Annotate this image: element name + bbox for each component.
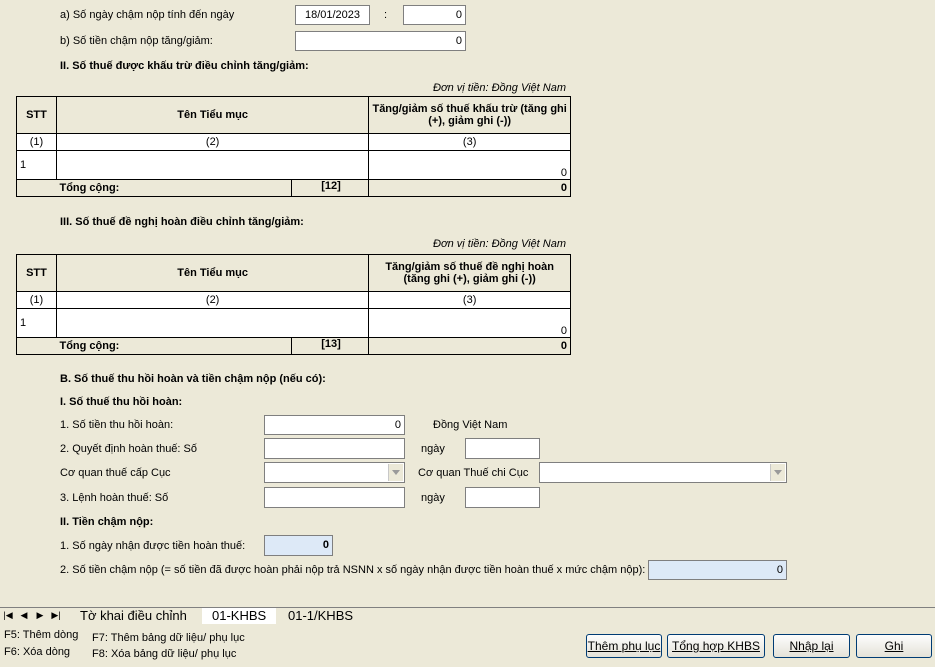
row-name-cell[interactable]: [55, 308, 370, 338]
dept-select[interactable]: [264, 462, 405, 483]
total-value: 0: [368, 179, 571, 197]
branch-label: Cơ quan Thuế chi Cục: [418, 467, 529, 479]
section-3-unit: Đơn vị tiền: Đồng Việt Nam: [433, 238, 567, 250]
refund-order-number-input[interactable]: [264, 487, 405, 508]
total-blank: [16, 337, 57, 355]
section-b-sub2: II. Tiền chậm nộp:: [60, 516, 154, 528]
col-amount: Tăng/giảm số thuế đề nghị hoàn (tăng ghi…: [368, 254, 571, 292]
row-amount-cell[interactable]: 0: [368, 150, 571, 180]
recover-unit-label: Đồng Việt Nam: [433, 419, 508, 431]
refund-order-date-label: ngày: [421, 492, 445, 504]
col-num-2: (2): [55, 291, 370, 309]
refund-decision-date-input[interactable]: [465, 438, 540, 459]
section-2-unit: Đơn vị tiền: Đồng Việt Nam: [433, 82, 567, 94]
refund-order-date-input[interactable]: [465, 487, 540, 508]
chevron-down-icon[interactable]: [388, 464, 403, 481]
total-code: [12]: [291, 180, 369, 196]
refund-decision-number-input[interactable]: [264, 438, 405, 459]
col-name: Tên Tiểu mục: [55, 96, 370, 134]
f7-hint: F7: Thêm bảng dữ liệu/ phụ lục: [92, 632, 245, 644]
tab-01-1-khbs[interactable]: 01-1/KHBS: [278, 608, 363, 623]
late-amount-input[interactable]: 0: [295, 31, 466, 51]
late-days-label: a) Số ngày chậm nộp tính đến ngày: [60, 9, 235, 21]
days-received-label: 1. Số ngày nhận được tiền hoàn thuế:: [60, 540, 246, 552]
col-stt: STT: [16, 254, 57, 292]
col-num-1: (1): [16, 133, 57, 151]
last-sheet-icon[interactable]: ▶|: [50, 609, 62, 622]
colon-label: :: [384, 9, 388, 21]
summary-khbs-button[interactable]: Tổng hợp KHBS: [667, 634, 765, 658]
refund-order-label: 3. Lệnh hoàn thuế: Số: [60, 492, 169, 504]
row-name-cell[interactable]: [55, 150, 370, 180]
col-num-1: (1): [16, 291, 57, 309]
section-b-title: B. Số thuế thu hồi hoàn và tiền chậm nộp…: [60, 373, 326, 385]
row-stt: 1: [16, 150, 57, 180]
days-received-input[interactable]: 0: [264, 535, 333, 556]
f6-hint: F6: Xóa dòng: [4, 646, 71, 658]
recover-amount-input[interactable]: 0: [264, 415, 405, 435]
prev-sheet-icon[interactable]: ◀: [18, 609, 30, 622]
col-num-3: (3): [368, 291, 571, 309]
total-label: Tổng cộng: [12]: [56, 179, 370, 197]
col-num-3: (3): [368, 133, 571, 151]
refund-table: STT Tên Tiểu mục Tăng/giảm số thuế đề ng…: [16, 254, 571, 355]
col-num-2: (2): [55, 133, 370, 151]
tab-to-khai-dieu-chinh[interactable]: Tờ khai điều chỉnh: [70, 608, 197, 623]
late-amount-label: b) Số tiền chậm nộp tăng/giảm:: [60, 35, 213, 47]
chevron-down-icon[interactable]: [770, 464, 785, 481]
f8-hint: F8: Xóa bảng dữ liệu/ phụ lục: [92, 648, 237, 660]
total-label-text: Tổng cộng:: [59, 182, 120, 194]
row-amount-cell[interactable]: 0: [368, 308, 571, 338]
first-sheet-icon[interactable]: |◀: [2, 609, 14, 622]
section-3-title: III. Số thuế đề nghị hoàn điều chỉnh tăn…: [60, 216, 304, 228]
dept-label: Cơ quan thuế cấp Cục: [60, 467, 171, 479]
branch-select[interactable]: [539, 462, 787, 483]
save-button[interactable]: Ghi: [856, 634, 932, 658]
total-blank: [16, 179, 57, 197]
col-name: Tên Tiểu mục: [55, 254, 370, 292]
total-label-text: Tổng cộng:: [59, 340, 120, 352]
late-days-input[interactable]: 0: [403, 5, 466, 25]
late-interest-input[interactable]: 0: [648, 560, 787, 580]
f5-hint: F5: Thêm dòng: [4, 629, 79, 641]
total-code: [13]: [291, 338, 369, 354]
deduction-table: STT Tên Tiểu mục Tăng/giảm số thuế khấu …: [16, 96, 571, 197]
refund-decision-label: 2. Quyết định hoàn thuế: Số: [60, 443, 197, 455]
row-stt: 1: [16, 308, 57, 338]
total-label: Tổng cộng: [13]: [56, 337, 370, 355]
col-amount: Tăng/giảm số thuế khấu trừ (tăng ghi (+)…: [368, 96, 571, 134]
col-stt: STT: [16, 96, 57, 134]
next-sheet-icon[interactable]: ▶: [34, 609, 46, 622]
recover-amount-label: 1. Số tiền thu hồi hoàn:: [60, 419, 174, 431]
refund-decision-date-label: ngày: [421, 443, 445, 455]
total-value: 0: [368, 337, 571, 355]
table-row: 1 0: [16, 308, 571, 338]
section-b-sub1: I. Số thuế thu hồi hoàn:: [60, 396, 183, 408]
late-date-input[interactable]: 18/01/2023: [295, 5, 370, 25]
table-row: 1 0: [16, 150, 571, 180]
reset-button[interactable]: Nhập lại: [773, 634, 850, 658]
section-2-title: II. Số thuế được khấu trừ điều chỉnh tăn…: [60, 60, 309, 72]
tab-01-khbs[interactable]: 01-KHBS: [202, 608, 277, 624]
late-interest-label: 2. Số tiền chậm nộp (= số tiền đã được h…: [60, 564, 646, 576]
add-appendix-button[interactable]: Thêm phụ lục: [586, 634, 662, 658]
